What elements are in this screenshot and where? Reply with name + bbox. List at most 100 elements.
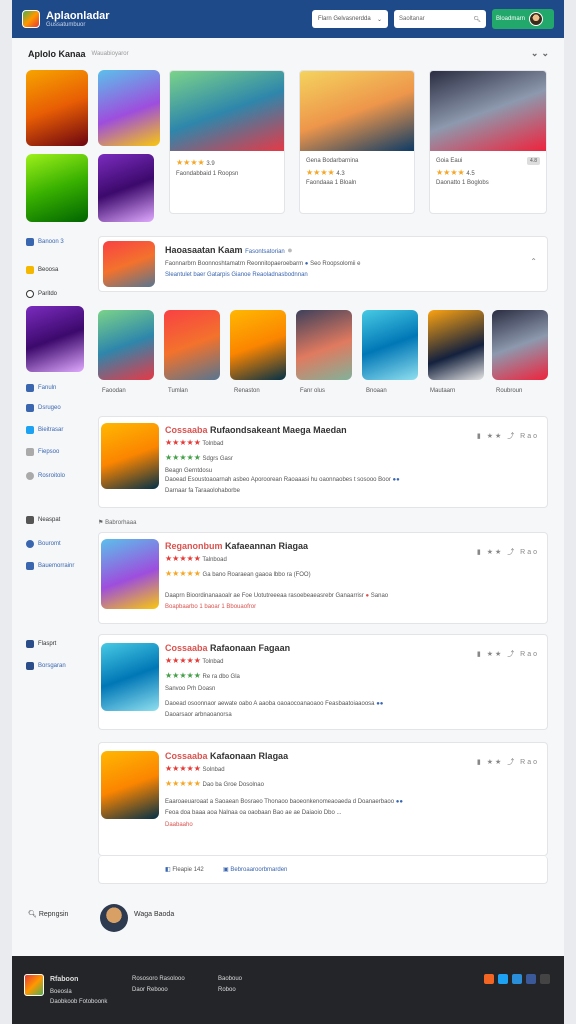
more-icon[interactable] [540, 974, 550, 984]
grid-icon [26, 516, 34, 524]
card-tag: 4.8 [527, 157, 540, 165]
footer-link[interactable]: Daor Rebooo [132, 985, 185, 996]
sidebar-item[interactable]: Banoon 3 [26, 238, 98, 246]
sidebar-item[interactable]: Dsrugeo [26, 404, 98, 412]
footer-brand: Rfaboon Boeosla Daobkoob Fotoboonk [50, 976, 108, 1006]
footer-logo[interactable] [24, 974, 44, 996]
game-thumbnail[interactable] [98, 154, 154, 222]
vk-icon[interactable] [512, 974, 522, 984]
game-thumbnail[interactable] [164, 310, 220, 380]
game-thumbnail[interactable] [98, 310, 154, 380]
chart-icon [26, 662, 34, 670]
item-actions[interactable]: ▮ ★★ ⤴ Rao [477, 431, 539, 441]
sidebar-item[interactable]: Borsgaran [26, 662, 98, 670]
section-title: Aplolo Kanaa [28, 48, 86, 59]
sidebar-item[interactable]: Bieitrasar [26, 426, 98, 434]
rating-stars: ★★★★★ [165, 779, 201, 789]
featured-card[interactable]: ★★★★ 3.9 Faondabbaid 1 Roopsn [169, 70, 285, 214]
featured-card[interactable]: Goia Eaui 4.8 ★★★★ 4.5 Daonatto 1 Boglobs [429, 70, 547, 214]
item-actions[interactable]: ▮ ★★ ⤴ Rao [477, 649, 539, 659]
bottom-search[interactable]: 🔍︎ Repngsin [28, 910, 68, 918]
sidebar-item[interactable]: Rosroitolo [26, 472, 98, 480]
card-title: Gena Bodarbarnina [306, 158, 359, 164]
footer-link[interactable]: Rososoro Rasolooo [132, 974, 185, 985]
footer-links: Baobouo Roboo [218, 974, 242, 996]
card-title: Goia Eaui [436, 158, 463, 164]
list-item[interactable]: Cossaaba Kafaonaan Rlagaa ★★★★★ Solnbad … [98, 742, 548, 856]
game-thumbnail[interactable] [101, 643, 159, 711]
game-thumbnail[interactable] [101, 423, 159, 489]
sidebar-item[interactable]: Neaspat [26, 516, 98, 524]
next-page-link[interactable]: ▣ Bebroaaroorbmarden [223, 866, 287, 873]
list-item[interactable]: Reganonbum Kafaeannan Riagaa ★★★★★ Talnb… [98, 532, 548, 624]
folder-icon [26, 384, 34, 392]
twitter-icon[interactable] [498, 974, 508, 984]
rss-icon[interactable] [484, 974, 494, 984]
featured-card[interactable]: Gena Bodarbarnina ★★★★ 4.3 Faondaaa 1 Bl… [299, 70, 415, 214]
sidebar-item[interactable]: Bouromt [26, 540, 98, 548]
strip-label: Tumlan [168, 388, 188, 394]
filter-select[interactable]: Flarn Gelvasnerdda ⌄ [312, 10, 388, 28]
strip-label: Renaston [234, 388, 260, 394]
arrow-right-icon: ▣ [223, 867, 229, 873]
game-thumbnail[interactable] [230, 310, 286, 380]
highlight-panel[interactable]: Haoasaatan Kaam Fasontsatorian ● Faonnar… [98, 236, 548, 292]
game-thumbnail[interactable] [101, 539, 159, 609]
game-thumbnail[interactable] [101, 751, 159, 819]
chevron-up-icon[interactable]: ⌃ [530, 257, 537, 266]
list-item[interactable]: Cossaaba Rafaonaan Fagaan ★★★★★ Tolnbad … [98, 634, 548, 730]
brand: Aplaonladar Gussatumbuor [46, 10, 110, 29]
check-icon: ● [304, 261, 309, 267]
rating-stars: ★★★★★ [165, 569, 201, 579]
chevron-down-icon[interactable]: ⌄⌄ [531, 48, 552, 59]
social-links [484, 974, 550, 984]
pager: ◧ Fleapie 142 ▣ Bebroaaroorbmarden [98, 856, 548, 884]
sidebar-item[interactable]: Beoosa [26, 266, 98, 274]
game-thumbnail[interactable] [98, 70, 160, 146]
game-image [430, 71, 546, 151]
game-image [300, 71, 414, 151]
list-icon [26, 404, 34, 412]
search-icon: 🔍︎ [28, 911, 37, 918]
strip-label: Faoodan [102, 388, 126, 394]
app-subtitle: Gussatumbuor [46, 21, 86, 28]
app-logo[interactable] [22, 10, 40, 28]
game-thumbnail[interactable] [26, 306, 84, 372]
game-thumbnail[interactable] [26, 154, 88, 222]
sidebar-item[interactable]: Flasprt [26, 640, 98, 648]
sidebar-item[interactable]: Fiepsoo [26, 448, 98, 456]
strip-label: Fanr olus [300, 388, 326, 394]
item-actions[interactable]: ▮ ★★ ⤴ Rao [477, 757, 539, 767]
account-button[interactable]: Bloadmarn [492, 9, 554, 29]
section-subtitle: Wauabioyaror [91, 50, 129, 57]
sidebar-item[interactable]: Bauemorrainr [26, 562, 98, 570]
list-item[interactable]: Cossaaba Rufaondsakeant Maega Maedan ★★★… [98, 416, 548, 508]
item-actions[interactable]: ▮ ★★ ⤴ Rao [477, 547, 539, 557]
strip-label: Mautaarn [430, 388, 456, 394]
prev-page-link[interactable]: ◧ Fleapie 142 [165, 866, 204, 873]
search-icon[interactable]: 🔍︎ [473, 16, 481, 23]
card-footer: Daonatto 1 Boglobs [436, 180, 489, 187]
avatar[interactable] [100, 904, 128, 932]
top-bar: Aplaonladar Gussatumbuor Flarn Gelvasner… [12, 0, 564, 38]
user-name[interactable]: Waga Baoda [134, 911, 174, 918]
rating-stars: ★★★★ [436, 167, 465, 177]
sidebar-item[interactable]: Fanuln [26, 384, 98, 392]
rating-stars: ★★★★★ [165, 438, 201, 447]
clock-icon [26, 472, 34, 480]
game-thumbnail[interactable] [296, 310, 352, 380]
game-thumbnail[interactable] [428, 310, 484, 380]
game-thumbnail[interactable] [362, 310, 418, 380]
footer-links: Rososoro Rasolooo Daor Rebooo [132, 974, 185, 996]
game-thumbnail[interactable] [103, 241, 155, 287]
search-input[interactable]: Saoltanar 🔍︎ [394, 10, 486, 28]
sidebar-item[interactable]: Paritdo [26, 290, 98, 298]
item-title: Kafaonaan Rlagaa [210, 751, 289, 761]
footer-link[interactable]: Baobouo [218, 974, 242, 985]
facebook-icon[interactable] [526, 974, 536, 984]
section-sublabel: ⚑ Babrorhaaa [98, 520, 137, 526]
game-thumbnail[interactable] [492, 310, 548, 380]
footer-link[interactable]: Roboo [218, 985, 242, 996]
highlight-badge: Fasontsatorian [245, 249, 285, 255]
game-thumbnail[interactable] [26, 70, 88, 146]
